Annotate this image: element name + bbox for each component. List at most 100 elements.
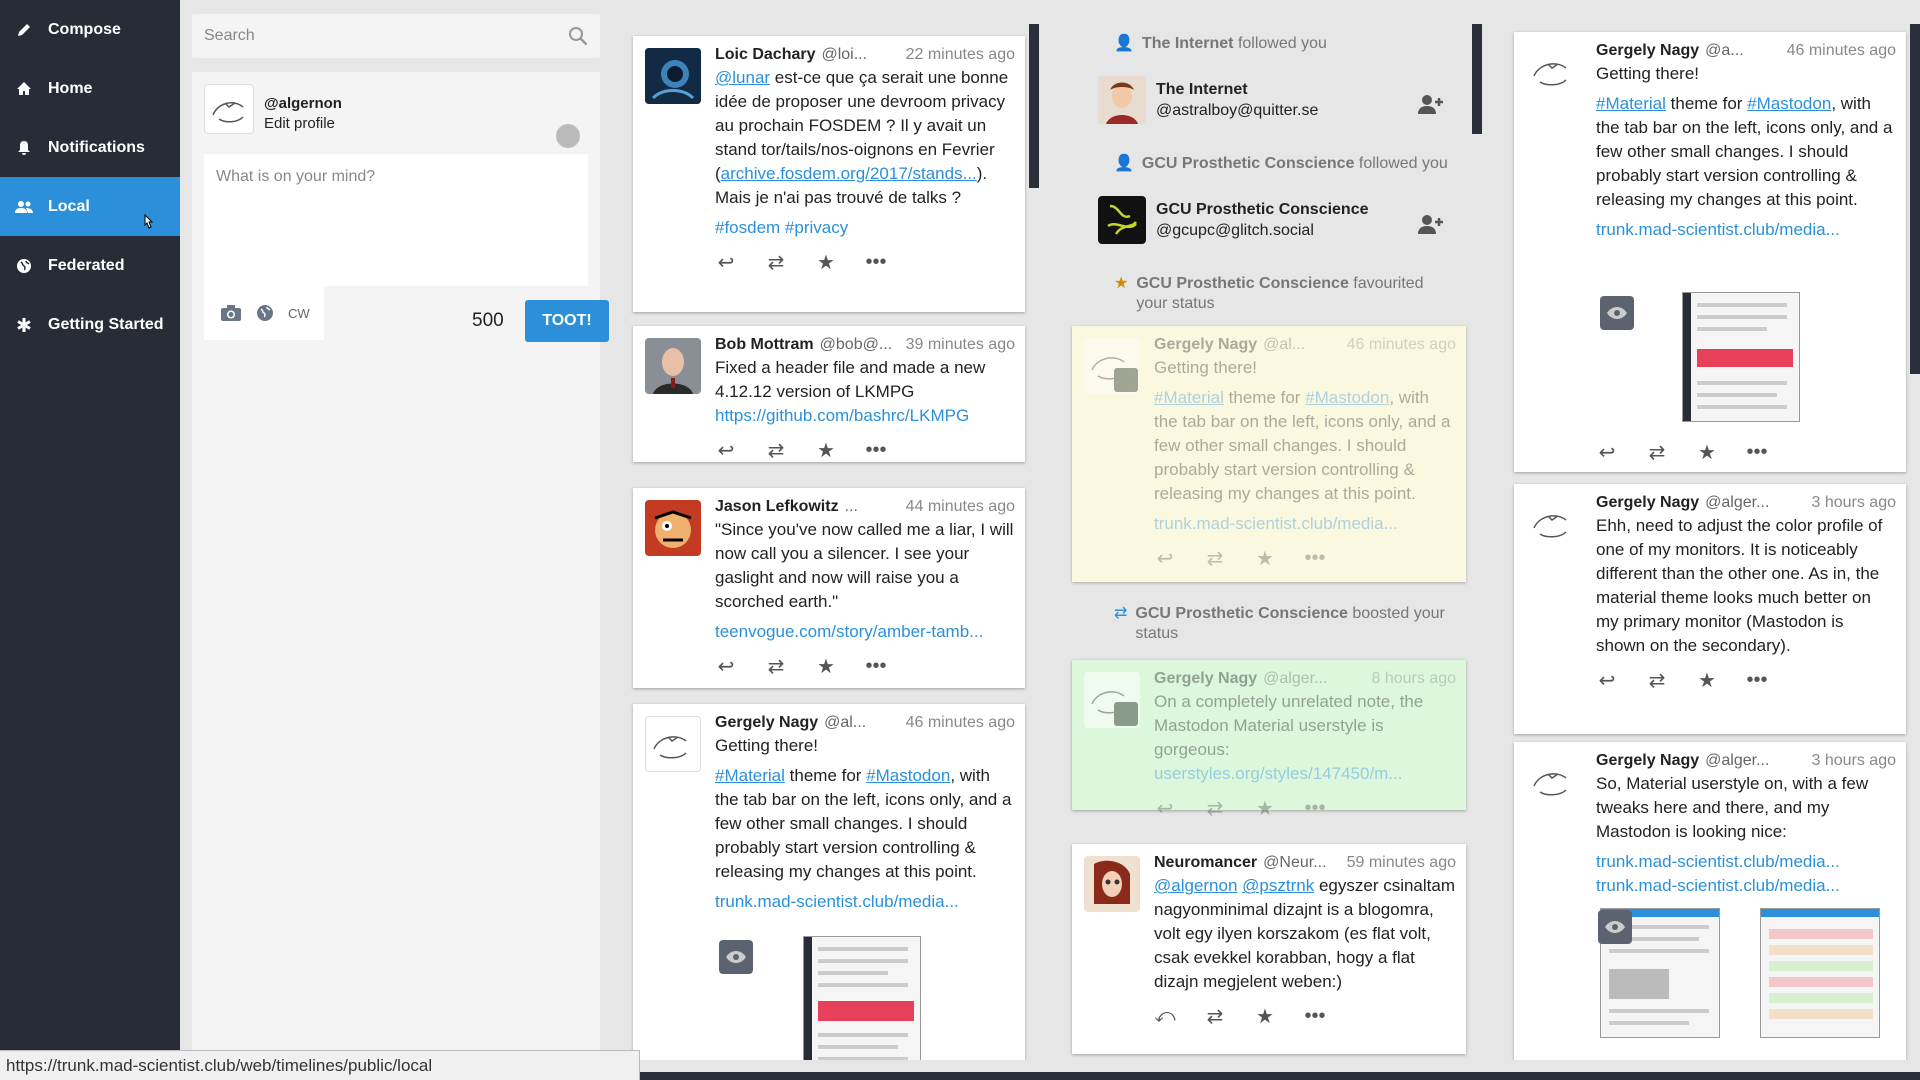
search-input[interactable]: Search [192,14,600,58]
avatar[interactable] [1084,338,1140,394]
boost-icon[interactable]: ⇄ [765,250,787,275]
status[interactable]: Gergely Nagy @a... 46 minutes ago Getting … [1514,32,1906,472]
nav-compose[interactable]: Compose [0,0,180,59]
hashtag-link[interactable]: #Material [715,766,785,785]
account-handle[interactable]: @al... [1263,334,1340,356]
reply-icon[interactable]: ↩ [715,438,737,463]
status-link[interactable]: trunk.mad-scientist.club/media... [1596,218,1896,242]
nav-getting-started[interactable]: Getting Started [0,295,180,354]
search-icon[interactable] [568,26,588,46]
media-thumbnail[interactable] [1760,908,1880,1038]
display-name[interactable]: Gergely Nagy [1596,40,1699,62]
scrollbar[interactable] [1029,24,1039,188]
timestamp[interactable]: 46 minutes ago [906,712,1015,734]
timestamp[interactable]: 22 minutes ago [906,44,1015,66]
nav-home[interactable]: Home [0,59,180,118]
favourite-icon[interactable]: ★ [1254,796,1276,821]
display-name[interactable]: Jason Lefkowitz [715,496,839,518]
status[interactable]: Gergely Nagy @alger... 3 hours ago Ehh, ne… [1514,484,1906,734]
more-icon[interactable]: ••• [1304,797,1326,820]
media-thumbnail[interactable] [1682,292,1800,422]
mention-link[interactable]: @lunar [715,68,770,87]
avatar[interactable] [1526,44,1582,100]
eye-icon[interactable] [1600,296,1634,330]
notification-actor[interactable]: GCU Prosthetic Conscience [1136,275,1349,292]
display-name[interactable]: Gergely Nagy [715,712,818,734]
follow-button-icon[interactable] [1418,94,1444,114]
account-handle[interactable]: @loi... [821,44,899,66]
hashtag-link[interactable]: #Mastodon [1305,388,1389,407]
display-name[interactable]: Neuromancer [1154,852,1257,874]
follow-button-icon[interactable] [1418,214,1444,234]
boost-icon[interactable]: ⇄ [1646,440,1668,465]
more-icon[interactable]: ••• [1746,441,1768,464]
boost-icon[interactable]: ⇄ [1204,1004,1226,1029]
status[interactable]: Loic Dachary @loi... 22 minutes ago @lunar… [633,36,1025,312]
timestamp[interactable]: 46 minutes ago [1347,334,1456,356]
account-handle[interactable]: @Neur... [1263,852,1340,874]
favourite-icon[interactable]: ★ [815,250,837,275]
hashtag-link[interactable]: #Mastodon [866,766,950,785]
more-icon[interactable]: ••• [1304,547,1326,570]
timestamp[interactable]: 59 minutes ago [1347,852,1456,874]
reply-icon[interactable]: ↩ [1154,546,1176,571]
display-name[interactable]: Gergely Nagy [1596,492,1699,514]
display-name[interactable]: Gergely Nagy [1596,750,1699,772]
notifications-column[interactable]: 👤 The Internet followed you The Internet @… [1058,14,1482,1060]
avatar[interactable] [204,84,254,134]
status-link[interactable]: trunk.mad-scientist.club/media... [1596,850,1896,874]
account-handle[interactable]: @alger... [1263,668,1365,690]
avatar[interactable] [1098,76,1146,124]
display-name[interactable]: Gergely Nagy [1154,334,1257,356]
status[interactable]: Gergely Nagy @alger... 8 hours ago On a co… [1072,660,1466,820]
status-link[interactable]: trunk.mad-scientist.club/media... [715,890,1015,914]
boost-icon[interactable]: ⇄ [765,438,787,463]
status[interactable]: Neuromancer @Neur... 59 minutes ago @alger… [1072,844,1466,1054]
avatar[interactable] [645,716,701,772]
account-row[interactable]: The Internet @astralboy@quitter.se [1098,76,1318,124]
status[interactable]: Gergely Nagy @alger... 3 hours ago So, Mat… [1514,742,1906,1060]
hashtag-link[interactable]: #Mastodon [1747,94,1831,113]
reply-all-icon[interactable]: ⤺ [1154,1005,1176,1028]
timestamp[interactable]: 46 minutes ago [1787,40,1896,62]
more-icon[interactable]: ••• [865,439,887,462]
status-link[interactable]: archive.fosdem.org/2017/stands... [721,164,977,183]
avatar[interactable] [645,500,701,556]
home-timeline-column[interactable]: Gergely Nagy @a... 46 minutes ago Getting … [1500,14,1920,1060]
notification-actor[interactable]: The Internet [1142,35,1234,52]
more-icon[interactable]: ••• [1304,1005,1326,1028]
nav-federated[interactable]: Federated [0,236,180,295]
avatar[interactable] [1084,856,1140,912]
boost-icon[interactable]: ⇄ [1204,546,1226,571]
hashtag-link[interactable]: #Material [1596,94,1666,113]
boost-icon[interactable]: ⇄ [1646,668,1668,693]
timestamp[interactable]: 3 hours ago [1811,750,1896,772]
avatar[interactable] [1526,754,1582,810]
mention-link[interactable]: @algernon [1154,876,1237,895]
status-link[interactable]: trunk.mad-scientist.club/media... [1154,512,1456,536]
boost-icon[interactable]: ⇄ [1204,796,1226,821]
more-icon[interactable]: ••• [1746,669,1768,692]
account-handle[interactable]: @alger... [1705,492,1805,514]
eye-icon[interactable] [1598,910,1632,944]
reply-icon[interactable]: ↩ [715,654,737,679]
camera-icon[interactable] [220,304,242,322]
horizontal-scrollbar[interactable] [640,1072,1920,1080]
display-name[interactable]: Loic Dachary [715,44,815,66]
reply-icon[interactable]: ↩ [1596,440,1618,465]
emoji-picker-icon[interactable] [556,124,580,148]
status-link[interactable]: trunk.mad-scientist.club/media... [1596,874,1896,898]
compose-textarea[interactable]: What is on your mind? [204,154,588,286]
account-handle[interactable]: @alger... [1705,750,1805,772]
timestamp[interactable]: 44 minutes ago [906,496,1015,518]
account-handle[interactable]: @al... [824,712,899,734]
favourite-icon[interactable]: ★ [1696,440,1718,465]
reply-icon[interactable]: ↩ [1596,668,1618,693]
avatar[interactable] [1526,496,1582,552]
scrollbar[interactable] [1910,24,1920,374]
status[interactable]: Jason Lefkowitz... 44 minutes ago "Since … [633,488,1025,688]
timestamp[interactable]: 39 minutes ago [906,334,1015,356]
content-warning-toggle[interactable]: CW [288,306,310,321]
status[interactable]: Gergely Nagy @al... 46 minutes ago Getting… [1072,326,1466,582]
reply-icon[interactable]: ↩ [715,250,737,275]
